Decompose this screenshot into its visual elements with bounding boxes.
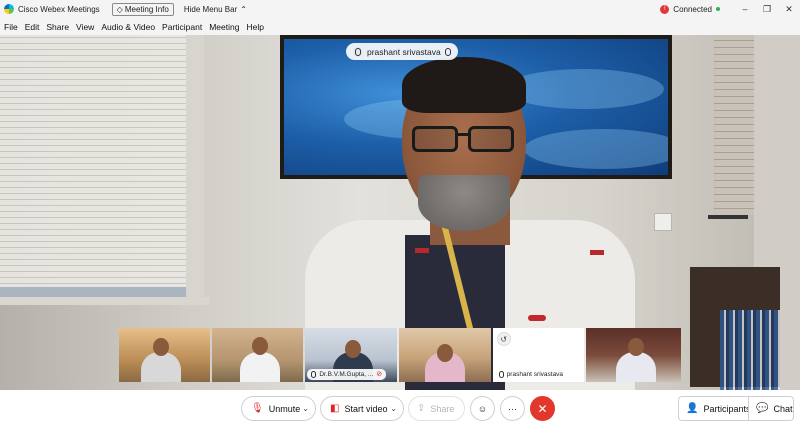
reactions-button[interactable]: ☺ [470, 396, 495, 421]
title-bar: Cisco Webex Meetings ◇ Meeting Info Hide… [0, 0, 800, 18]
participant-name: prashant srivastava [506, 371, 564, 378]
smiley-icon: ☺ [477, 403, 488, 414]
more-options-button[interactable]: ··· [500, 396, 525, 421]
menu-edit[interactable]: Edit [25, 22, 40, 32]
restore-button[interactable]: ❐ [756, 4, 778, 15]
participants-button[interactable]: 👤 Participants [678, 396, 751, 421]
info-icon: ◇ [116, 4, 123, 14]
participant-thumbnail[interactable] [211, 328, 304, 382]
mic-icon [444, 47, 451, 56]
leave-meeting-button[interactable]: ✕ [530, 396, 555, 421]
webex-logo-icon [4, 4, 14, 14]
window-blinds [0, 35, 186, 295]
close-button[interactable]: ✕ [778, 4, 800, 15]
unmute-label: Unmute [268, 403, 301, 414]
menu-view[interactable]: View [76, 22, 94, 32]
wall-switch [654, 213, 672, 231]
window-frame [186, 35, 204, 305]
connection-status-label[interactable]: Connected [673, 5, 712, 14]
participant-thumbnail[interactable] [586, 328, 682, 382]
more-icon: ··· [508, 403, 517, 414]
share-label: Share [430, 403, 455, 414]
hide-menu-bar-button[interactable]: Hide Menu Bar ⌃ [184, 5, 247, 14]
participant-thumbnail[interactable]: Dr.B.V.M.Gupta, ... ⊘ [305, 328, 398, 382]
audio-only-icon: ↺ [496, 332, 511, 346]
jacket-logo [528, 315, 546, 321]
chevron-down-icon[interactable]: ⌄ [390, 404, 397, 413]
share-icon: ⇪ [417, 403, 426, 414]
meeting-controls: 🎙 Unmute ⌄ ◧ Start video ⌄ ⇪ Share ☺ ···… [0, 390, 800, 426]
video-off-icon: ◧ [330, 403, 340, 414]
glasses-right [468, 126, 514, 152]
participant-label: prashant srivastava [494, 369, 568, 380]
participant-name: Dr.B.V.M.Gupta, ... [319, 371, 374, 378]
close-icon: ✕ [537, 401, 548, 416]
muted-mic-icon: ⊘ [376, 371, 383, 378]
thumb-head [437, 344, 454, 362]
chat-label: Chat [773, 403, 793, 414]
unmute-button[interactable]: 🎙 Unmute ⌄ [241, 396, 316, 421]
window-sill [0, 297, 210, 305]
mic-icon [311, 371, 317, 378]
muted-mic-icon: 🎙 [251, 403, 264, 414]
medals [720, 310, 780, 390]
app-title: Cisco Webex Meetings [18, 4, 100, 14]
painting-wave [504, 69, 664, 109]
thumb-head [251, 337, 268, 355]
mic-icon [355, 47, 361, 56]
glasses-left [412, 126, 458, 152]
menu-bar: File Edit Share View Audio & Video Parti… [0, 18, 800, 35]
minimize-button[interactable]: – [734, 4, 756, 14]
menu-participant[interactable]: Participant [162, 22, 202, 32]
start-video-label: Start video [344, 403, 388, 414]
meeting-info-button[interactable]: ◇ Meeting Info [111, 2, 174, 16]
menu-share[interactable]: Share [46, 22, 69, 32]
chevron-down-icon[interactable]: ⌄ [302, 404, 309, 413]
participant-thumbnail[interactable] [119, 328, 210, 382]
chevron-up-icon: ⌃ [240, 4, 247, 14]
thumb-person [616, 352, 657, 382]
speaker-hair [402, 57, 526, 113]
menu-audio-video[interactable]: Audio & Video [101, 22, 155, 32]
participants-label: Participants [703, 403, 751, 414]
thumb-head [153, 338, 169, 356]
glasses-bridge [457, 133, 469, 136]
participant-label: Dr.B.V.M.Gupta, ... ⊘ [307, 369, 387, 380]
speaker-beard [418, 175, 510, 231]
share-button[interactable]: ⇪ Share [408, 396, 465, 421]
mic-icon [498, 371, 504, 378]
start-video-button[interactable]: ◧ Start video ⌄ [320, 396, 404, 421]
jacket-stripe [415, 248, 429, 253]
thumb-person [239, 352, 280, 382]
participant-filmstrip: Dr.B.V.M.Gupta, ... ⊘ ↺ prashant srivast… [119, 328, 682, 382]
participant-thumbnail[interactable]: ↺ prashant srivastava [492, 328, 585, 382]
connection-status-icon[interactable]: ! [660, 4, 670, 14]
meeting-info-label: Meeting Info [124, 4, 169, 14]
jacket-stripe [590, 250, 604, 255]
stand [708, 215, 748, 275]
person-icon: 👤 [686, 403, 699, 414]
connected-dot-icon [716, 7, 720, 11]
menu-meeting[interactable]: Meeting [209, 22, 239, 32]
chat-button[interactable]: 💬 Chat [748, 396, 794, 421]
painting-wave [524, 129, 668, 169]
thumb-person [141, 352, 181, 382]
active-speaker-name: prashant srivastava [367, 46, 441, 57]
chat-bubble-icon: 💬 [756, 403, 769, 414]
active-speaker-label: prashant srivastava [346, 43, 458, 60]
participant-thumbnail[interactable] [399, 328, 491, 382]
hide-menu-bar-label: Hide Menu Bar [183, 4, 238, 14]
menu-file[interactable]: File [4, 22, 18, 32]
speaker-audio-icon [353, 46, 363, 57]
right-blinds [714, 35, 754, 215]
menu-help[interactable]: Help [246, 22, 263, 32]
